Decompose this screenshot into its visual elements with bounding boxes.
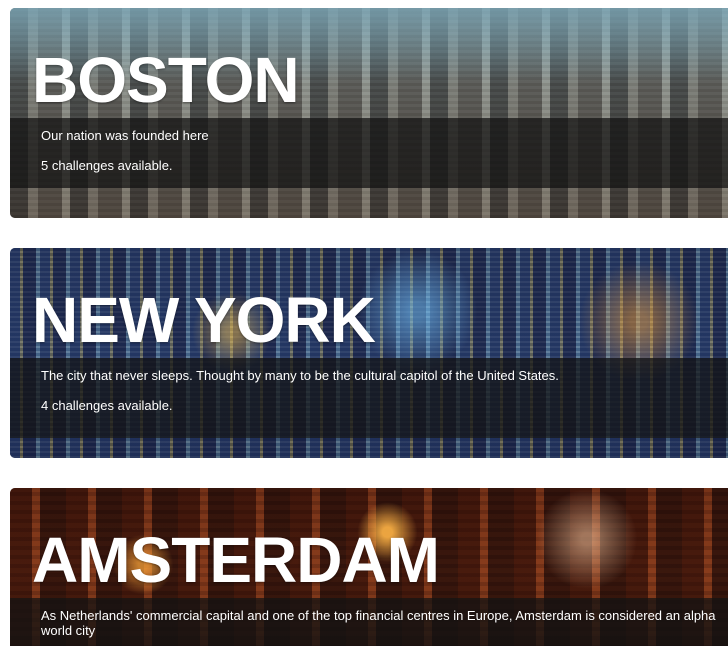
city-description: The city that never sleeps. Thought by m…	[41, 368, 559, 383]
city-title: AMSTERDAM	[32, 524, 440, 596]
city-card-new-york[interactable]: NEW YORK The city that never sleeps. Tho…	[10, 248, 728, 458]
city-description: Our nation was founded here	[41, 128, 209, 143]
city-title: NEW YORK	[32, 284, 376, 356]
city-info-band: The city that never sleeps. Thought by m…	[10, 358, 728, 438]
city-info-band: Our nation was founded here 5 challenges…	[10, 118, 728, 188]
city-card-boston[interactable]: BOSTON Our nation was founded here 5 cha…	[10, 8, 728, 218]
city-card-amsterdam[interactable]: AMSTERDAM As Netherlands' commercial cap…	[10, 488, 728, 646]
city-info-band: As Netherlands' commercial capital and o…	[10, 598, 728, 646]
challenge-count: 4 challenges available.	[41, 398, 173, 413]
city-description: As Netherlands' commercial capital and o…	[41, 608, 716, 638]
challenge-count: 5 challenges available.	[41, 158, 173, 173]
city-title: BOSTON	[32, 44, 300, 116]
